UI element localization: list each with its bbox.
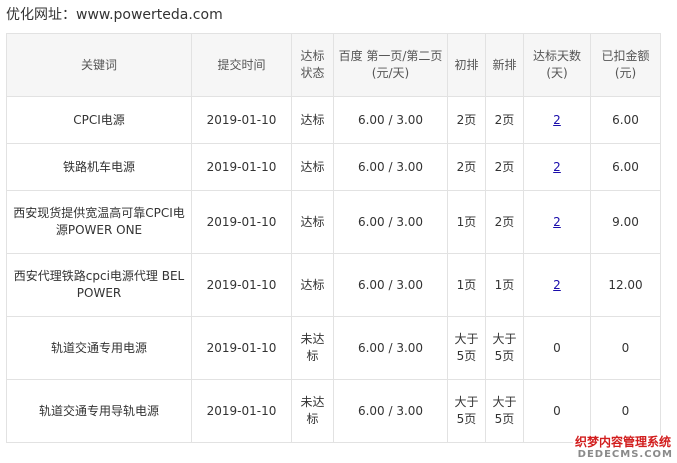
cell-initial-rank: 大于5页	[447, 379, 486, 443]
cell-date: 2019-01-10	[191, 316, 292, 380]
cell-days: 0	[523, 379, 591, 443]
cell-price: 6.00 / 3.00	[333, 379, 448, 443]
site-url: www.powerteda.com	[76, 7, 223, 23]
cell-date: 2019-01-10	[191, 190, 292, 254]
cell-status: 未达标	[291, 379, 334, 443]
header-amount: 已扣金额(元)	[590, 33, 661, 97]
days-link[interactable]: 2	[553, 160, 561, 174]
cell-amount: 12.00	[590, 253, 661, 317]
site-url-line: 优化网址：www.powerteda.com	[6, 4, 223, 24]
cell-status: 达标	[291, 253, 334, 317]
days-link[interactable]: 2	[553, 113, 561, 127]
cell-keyword: 轨道交通专用电源	[6, 316, 192, 380]
cell-initial-rank: 2页	[447, 96, 486, 144]
cell-current-rank: 2页	[485, 96, 524, 144]
cell-days: 2	[523, 143, 591, 191]
cell-keyword: 轨道交通专用导轨电源	[6, 379, 192, 443]
cell-days: 0	[523, 316, 591, 380]
cell-initial-rank: 大于5页	[447, 316, 486, 380]
table-header-row: 关键词 提交时间 达标状态 百度 第一页/第二页(元/天) 初排 新排 达标天数…	[6, 33, 661, 97]
days-link[interactable]: 2	[553, 278, 561, 292]
site-url-label: 优化网址：	[6, 7, 76, 23]
header-submit-time: 提交时间	[191, 33, 292, 97]
cell-date: 2019-01-10	[191, 96, 292, 144]
cell-keyword: 西安代理铁路cpci电源代理 BEL POWER	[6, 253, 192, 317]
cell-date: 2019-01-10	[191, 143, 292, 191]
cell-days: 2	[523, 190, 591, 254]
days-link[interactable]: 2	[553, 215, 561, 229]
cell-current-rank: 大于5页	[485, 316, 524, 380]
header-keyword: 关键词	[6, 33, 192, 97]
cell-current-rank: 大于5页	[485, 379, 524, 443]
table-row: 铁路机车电源 2019-01-10 达标 6.00 / 3.00 2页 2页 2…	[6, 143, 661, 191]
cell-amount: 6.00	[590, 96, 661, 144]
cell-price: 6.00 / 3.00	[333, 143, 448, 191]
cell-date: 2019-01-10	[191, 253, 292, 317]
cell-keyword: 铁路机车电源	[6, 143, 192, 191]
cell-initial-rank: 1页	[447, 190, 486, 254]
cell-price: 6.00 / 3.00	[333, 96, 448, 144]
cell-days: 2	[523, 96, 591, 144]
cell-initial-rank: 1页	[447, 253, 486, 317]
cell-amount: 9.00	[590, 190, 661, 254]
cell-status: 达标	[291, 143, 334, 191]
header-current-rank: 新排	[485, 33, 524, 97]
keyword-ranking-table: 关键词 提交时间 达标状态 百度 第一页/第二页(元/天) 初排 新排 达标天数…	[6, 33, 661, 443]
table-row: 轨道交通专用导轨电源 2019-01-10 未达标 6.00 / 3.00 大于…	[6, 379, 661, 443]
cell-current-rank: 1页	[485, 253, 524, 317]
header-days: 达标天数(天)	[523, 33, 591, 97]
table-row: 西安代理铁路cpci电源代理 BEL POWER 2019-01-10 达标 6…	[6, 253, 661, 317]
cell-price: 6.00 / 3.00	[333, 253, 448, 317]
cell-amount: 0	[590, 379, 661, 443]
header-initial-rank: 初排	[447, 33, 486, 97]
watermark-en: DEDECMS.COM	[577, 449, 673, 460]
table-row: CPCI电源 2019-01-10 达标 6.00 / 3.00 2页 2页 2…	[6, 96, 661, 144]
cell-current-rank: 2页	[485, 190, 524, 254]
cell-keyword: CPCI电源	[6, 96, 192, 144]
table-row: 西安现货提供宽温高可靠CPCI电源POWER ONE 2019-01-10 达标…	[6, 190, 661, 254]
header-status: 达标状态	[291, 33, 334, 97]
cell-date: 2019-01-10	[191, 379, 292, 443]
header-price: 百度 第一页/第二页(元/天)	[333, 33, 448, 97]
cell-status: 未达标	[291, 316, 334, 380]
cell-days: 2	[523, 253, 591, 317]
cell-amount: 6.00	[590, 143, 661, 191]
cell-price: 6.00 / 3.00	[333, 316, 448, 380]
cell-status: 达标	[291, 190, 334, 254]
cell-current-rank: 2页	[485, 143, 524, 191]
cell-initial-rank: 2页	[447, 143, 486, 191]
table-row: 轨道交通专用电源 2019-01-10 未达标 6.00 / 3.00 大于5页…	[6, 316, 661, 380]
cell-status: 达标	[291, 96, 334, 144]
cell-price: 6.00 / 3.00	[333, 190, 448, 254]
cell-amount: 0	[590, 316, 661, 380]
cell-keyword: 西安现货提供宽温高可靠CPCI电源POWER ONE	[6, 190, 192, 254]
